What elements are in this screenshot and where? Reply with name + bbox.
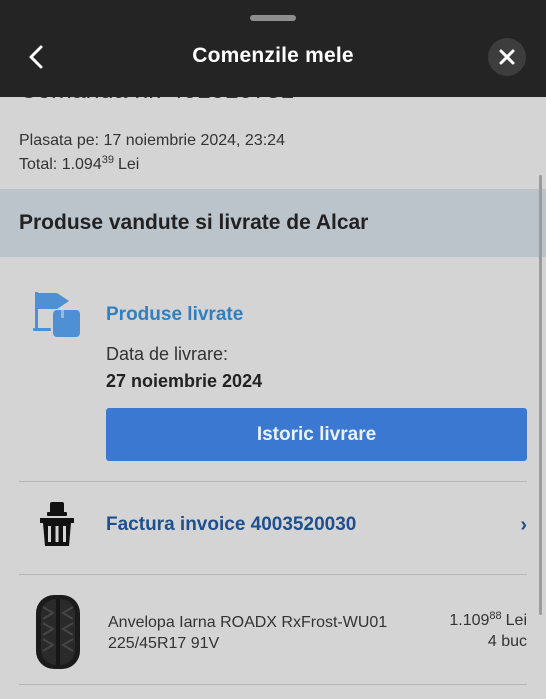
- product-name-line1: Anvelopa Iarna ROADX RxFrost-WU01: [108, 614, 388, 631]
- close-button[interactable]: [488, 38, 526, 76]
- order-placed-date: Plasata pe: 17 noiembrie 2024, 23:24: [19, 132, 285, 149]
- flag-box-icon: [33, 290, 81, 345]
- order-total: Total: 1.09439 Lei: [19, 154, 139, 174]
- delivery-date-label: Data de livrare:: [106, 344, 229, 364]
- close-icon: [499, 49, 515, 65]
- page-title: Comenzile mele: [192, 44, 354, 67]
- scrollbar[interactable]: [539, 175, 542, 615]
- product-quantity: 4 buc: [487, 633, 527, 650]
- chevron-right-icon: ›: [520, 514, 527, 536]
- product-price-int: 1.109: [449, 612, 490, 629]
- product-name: Anvelopa Iarna ROADX RxFrost-WU01 225/45…: [108, 612, 387, 654]
- delivery-status: Produse livrate: [106, 304, 244, 325]
- product-name-line2: 225/45R17 91V: [108, 635, 220, 652]
- product-price-decimals: 88: [489, 610, 502, 622]
- seller-section-header: Produse vandute si livrate de Alcar: [0, 189, 546, 257]
- sheet-grabber[interactable]: [250, 15, 296, 21]
- order-total-decimals: 39: [101, 154, 114, 166]
- divider: [19, 684, 527, 685]
- basket-icon: [37, 502, 77, 553]
- top-bar: Comenzile mele: [0, 0, 546, 97]
- invoice-label: Factura invoice 4003520030: [106, 514, 357, 535]
- product-price: 1.10988 Lei: [449, 610, 527, 630]
- delivery-history-button[interactable]: Istoric livrare: [106, 408, 527, 461]
- order-total-amount: Total: 1.094: [19, 156, 102, 173]
- order-details-panel: Comanda nr. 401010781 Plasata pe: 17 noi…: [0, 0, 546, 699]
- delivery-date-value: 27 noiembrie 2024: [106, 371, 263, 391]
- product-price-currency: Lei: [505, 612, 527, 629]
- tire-image: [33, 593, 83, 676]
- seller-title: Produse vandute si livrate de Alcar: [19, 211, 369, 234]
- invoice-row[interactable]: Factura invoice 4003520030 ›: [19, 482, 527, 574]
- product-row[interactable]: Anvelopa Iarna ROADX RxFrost-WU01 225/45…: [19, 575, 527, 684]
- order-total-currency: Lei: [117, 156, 140, 173]
